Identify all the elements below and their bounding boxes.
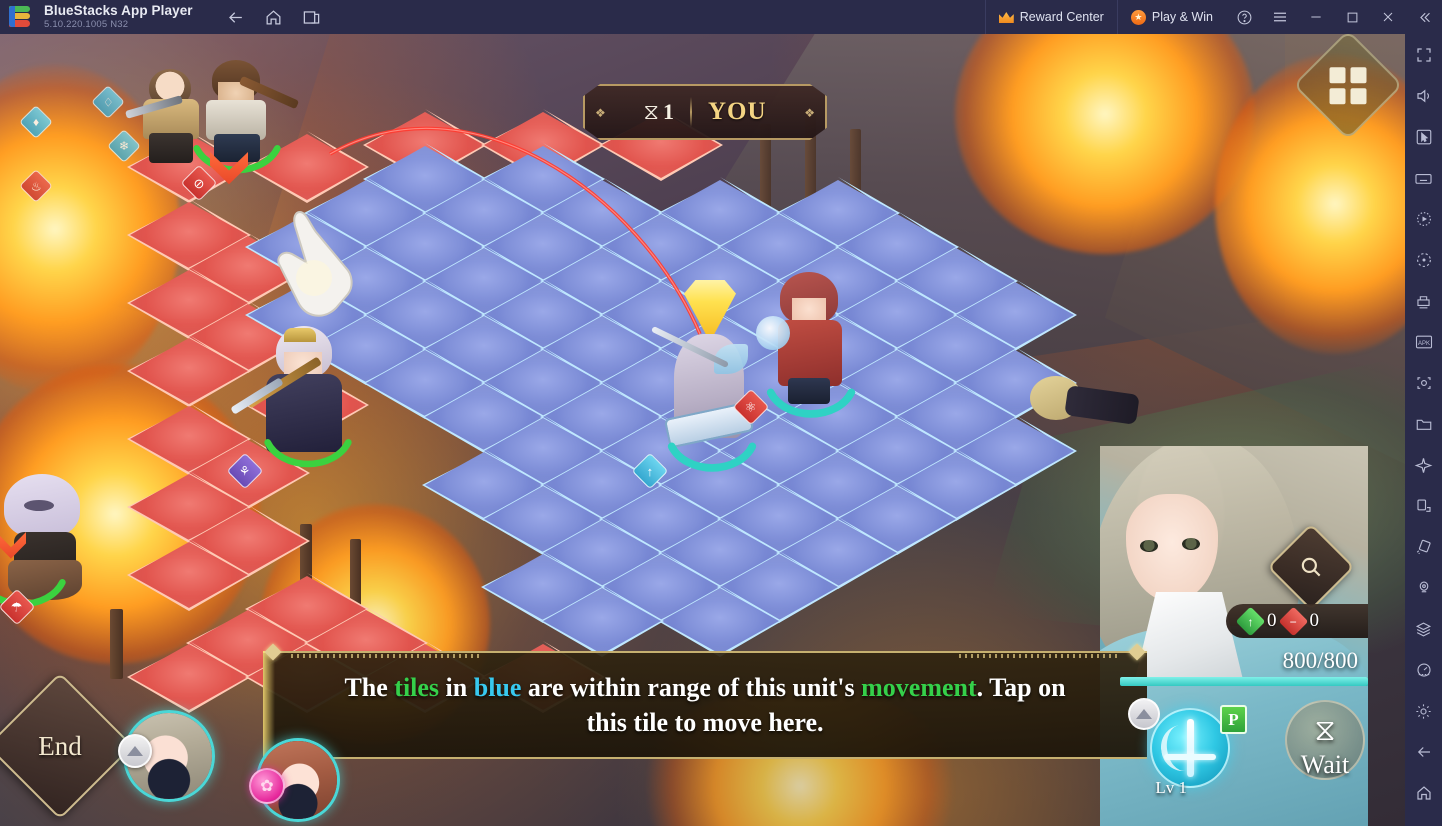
multi-instance-icon[interactable] bbox=[1409, 286, 1439, 316]
app-title: BlueStacks App Player bbox=[44, 2, 193, 18]
debuff-icon: − bbox=[1278, 606, 1308, 636]
keyword-tiles: tiles bbox=[394, 672, 440, 702]
media-manager-icon[interactable] bbox=[1409, 409, 1439, 439]
star-icon: ★ bbox=[1130, 9, 1146, 25]
top-right-controls bbox=[1285, 34, 1405, 144]
app-version: 5.10.220.1005 N32 bbox=[44, 19, 129, 31]
volume-icon[interactable] bbox=[1409, 81, 1439, 111]
skill-level-label: Lv 1 bbox=[1155, 778, 1187, 797]
keyboard-controls-icon[interactable] bbox=[1409, 163, 1439, 193]
reward-center-label: Reward Center bbox=[1019, 10, 1104, 24]
selected-mage-unit[interactable] bbox=[650, 280, 764, 472]
performance-icon[interactable] bbox=[1409, 655, 1439, 685]
movement-range-tile[interactable] bbox=[658, 585, 782, 657]
location-icon[interactable] bbox=[1409, 573, 1439, 603]
screenshot-icon[interactable] bbox=[1409, 368, 1439, 398]
enemy-archer-unit[interactable] bbox=[193, 60, 300, 185]
close-button[interactable] bbox=[1370, 0, 1406, 34]
title-bar: BlueStacks App Player 5.10.220.1005 N32 … bbox=[0, 0, 1442, 34]
turn-owner-label: YOU bbox=[707, 98, 767, 125]
hp-value: 800/800 bbox=[1282, 648, 1358, 673]
bluestacks-logo-icon bbox=[9, 5, 33, 29]
tutorial-dialogue-box[interactable]: The tiles in blue are within range of th… bbox=[263, 643, 1147, 759]
tutorial-text-line-1: The tiles in blue are within range of th… bbox=[344, 672, 1066, 702]
hp-arc bbox=[766, 388, 856, 418]
keyword-movement: movement bbox=[861, 672, 977, 702]
search-icon bbox=[1280, 536, 1342, 598]
selected-unit-marker-icon bbox=[684, 280, 736, 342]
unit-upgrade-arrow-icon bbox=[118, 734, 152, 768]
hamburger-menu-icon[interactable] bbox=[1262, 0, 1298, 34]
ally-swordsman-unit[interactable] bbox=[230, 326, 358, 468]
collapse-sidebar-button[interactable] bbox=[1406, 0, 1442, 34]
grid-menu-icon bbox=[1329, 66, 1367, 104]
app-title-block: BlueStacks App Player 5.10.220.1005 N32 bbox=[44, 2, 193, 31]
wait-label: Wait bbox=[1300, 750, 1350, 779]
reward-center-button[interactable]: Reward Center bbox=[984, 0, 1117, 34]
hourglass-icon: ⧖ bbox=[1314, 714, 1336, 747]
buff-icon: ↑ bbox=[1235, 606, 1266, 636]
enemy-range-tile[interactable] bbox=[127, 539, 251, 611]
passive-tag: P bbox=[1220, 705, 1247, 734]
android-nav-group bbox=[219, 2, 329, 32]
svg-text:APK: APK bbox=[1418, 341, 1430, 347]
hourglass-icon: ⧖ bbox=[643, 99, 659, 124]
skill-button[interactable] bbox=[1150, 708, 1230, 788]
settings-gear-icon[interactable] bbox=[1409, 696, 1439, 726]
turn-number: 1 bbox=[662, 99, 674, 124]
game-viewport[interactable]: ⊘ ☂ ⚘ ⚛ ↑ ♦ ♨ ♢ ❄ ❖ ❖ ⧖ 1 YOU ↑ 0 − 0 80… bbox=[0, 34, 1405, 826]
play-and-win-button[interactable]: ★ Play & Win bbox=[1116, 0, 1226, 34]
turn-banner: ❖ ❖ ⧖ 1 YOU bbox=[583, 84, 827, 140]
grid-menu-button[interactable] bbox=[1292, 34, 1404, 141]
tap-hand-cursor-icon bbox=[277, 210, 353, 317]
fullscreen-icon[interactable] bbox=[1409, 40, 1439, 70]
home-icon[interactable] bbox=[257, 2, 291, 32]
buff-debuff-bar: ↑ 0 − 0 bbox=[1226, 604, 1368, 638]
tutorial-text-line-2: this tile to move here. bbox=[586, 708, 824, 737]
hp-arc bbox=[264, 439, 352, 468]
eco-mode-icon[interactable] bbox=[1409, 450, 1439, 480]
end-turn-button[interactable]: End bbox=[0, 672, 134, 820]
inspect-unit-button[interactable] bbox=[1267, 523, 1355, 611]
hp-arc bbox=[667, 442, 757, 472]
hp-bar bbox=[1120, 677, 1368, 686]
maximize-button[interactable] bbox=[1334, 0, 1370, 34]
layers-icon[interactable] bbox=[1409, 614, 1439, 644]
android-recents-icon[interactable] bbox=[1409, 819, 1439, 826]
ally-red-mage-unit[interactable] bbox=[756, 272, 856, 418]
downed-unit[interactable] bbox=[1030, 364, 1148, 440]
debuff-count: 0 bbox=[1309, 610, 1320, 631]
android-back-icon[interactable] bbox=[1409, 737, 1439, 767]
title-bar-right: Reward Center ★ Play & Win bbox=[984, 0, 1442, 34]
android-home-icon[interactable] bbox=[1409, 778, 1439, 808]
end-turn-label: End bbox=[38, 730, 82, 761]
bluestacks-window: BlueStacks App Player 5.10.220.1005 N32 … bbox=[0, 0, 1442, 826]
install-apk-icon[interactable]: APK bbox=[1409, 327, 1439, 357]
enemy-range-tile[interactable] bbox=[127, 641, 251, 713]
buff-count: 0 bbox=[1267, 610, 1277, 631]
cursor-controls-icon[interactable] bbox=[1409, 122, 1439, 152]
enemy-range-tile[interactable] bbox=[127, 335, 251, 407]
macro-recorder-icon[interactable] bbox=[1409, 245, 1439, 275]
play-and-win-label: Play & Win bbox=[1151, 10, 1213, 24]
unit-skill-badge-icon: ✿ bbox=[249, 768, 285, 804]
rotate-icon[interactable] bbox=[1409, 491, 1439, 521]
crown-icon bbox=[999, 11, 1014, 23]
movement-range-tile[interactable] bbox=[540, 585, 664, 657]
bluestacks-sidebar: APK bbox=[1405, 34, 1442, 826]
shake-icon[interactable] bbox=[1409, 532, 1439, 562]
record-screen-icon[interactable] bbox=[1409, 204, 1439, 234]
back-icon[interactable] bbox=[219, 2, 253, 32]
minimize-button[interactable] bbox=[1298, 0, 1334, 34]
recents-icon[interactable] bbox=[295, 2, 329, 32]
keyword-blue: blue bbox=[473, 672, 522, 702]
wait-button[interactable]: ⧖ Wait bbox=[1273, 698, 1377, 802]
skill-upgrade-arrow-icon bbox=[1128, 698, 1160, 730]
help-icon[interactable] bbox=[1226, 0, 1262, 34]
